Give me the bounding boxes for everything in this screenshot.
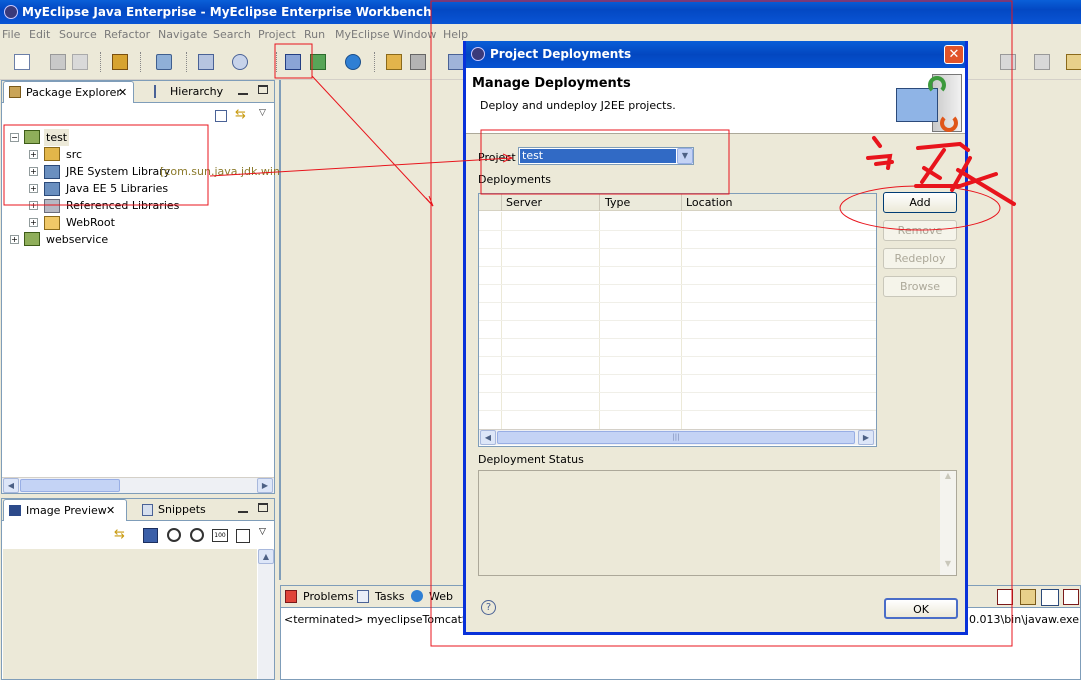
annotation-toolbar-box	[274, 43, 313, 79]
annotation-dialog-box	[430, 0, 1013, 647]
annotation-add-ellipse	[839, 185, 1001, 231]
annotation-arrow-1	[311, 75, 434, 207]
annotation-arrowhead-1	[425, 195, 434, 207]
annotation-arrow-2	[209, 157, 513, 177]
annotation-handwriting	[866, 136, 1016, 206]
annotation-project-box	[480, 129, 730, 195]
annotation-overlay	[3, 0, 1016, 647]
annotation-tree-box	[3, 124, 209, 206]
